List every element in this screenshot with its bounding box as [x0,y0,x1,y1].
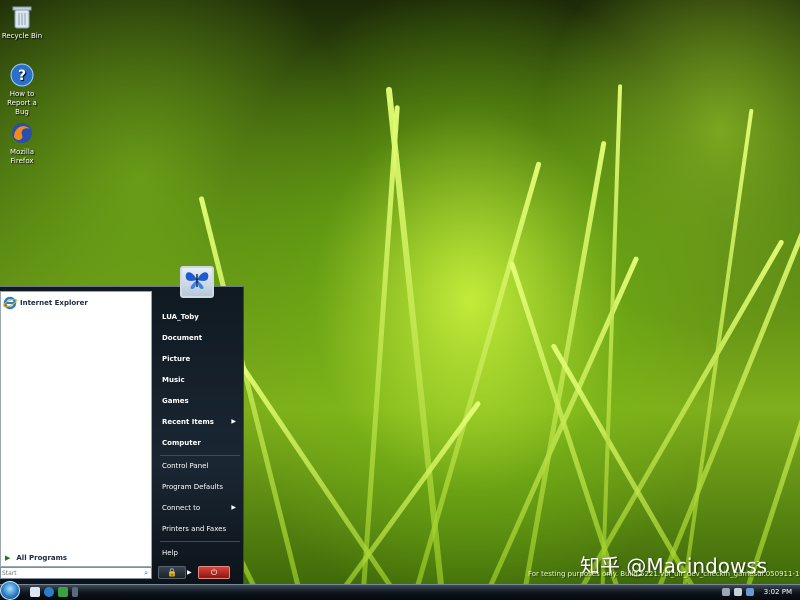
start-item-user[interactable]: LUA_Toby [162,311,240,323]
start-search-box[interactable]: ⌕ [0,567,152,579]
desktop-icon-label: How to Report a Bug [7,90,37,116]
show-desktop-icon[interactable] [30,587,40,597]
pinned-internet-explorer[interactable]: Internet Explorer [3,296,88,310]
start-item-label: Games [162,397,189,405]
build-watermark: For testing purposes only. Build 5221.vb… [528,570,800,578]
start-item-label: Help [162,549,178,557]
recycle-bin-icon [9,4,35,30]
user-picture[interactable] [180,266,214,298]
start-menu: Internet Explorer ▶ All Programs ⌕ LUA_T… [0,286,244,584]
shutdown-options-arrow[interactable]: ▶ [187,566,197,579]
svg-text:?: ? [18,68,26,84]
desktop-icon-report-bug[interactable]: ? How to Report a Bug [0,62,44,117]
start-item-label: Recent Items [162,418,214,426]
start-item-label: Connect to [162,504,201,512]
start-item-label: LUA_Toby [162,313,199,321]
power-button[interactable]: ⏻ [198,566,230,579]
desktop-icon-label: Mozilla Firefox [9,148,35,165]
start-item-label: Document [162,334,203,342]
start-item-program-defaults[interactable]: Program Defaults [162,481,240,493]
start-item-games[interactable]: Games [162,395,240,407]
start-item-help[interactable]: Help [162,547,240,559]
all-programs-button[interactable]: ▶ All Programs [5,554,67,562]
all-programs-label: All Programs [16,554,68,562]
start-orb-icon[interactable] [0,581,20,600]
start-item-label: Control Panel [162,462,209,470]
lock-button[interactable]: 🔒 [158,566,186,579]
start-item-control-panel[interactable]: Control Panel [162,460,240,472]
start-menu-programs-pane: Internet Explorer ▶ All Programs [0,291,152,567]
lock-icon: 🔒 [167,568,177,577]
menu-separator [160,455,240,456]
help-icon: ? [9,62,35,88]
start-item-recent-items[interactable]: Recent Items ▶ [162,416,240,428]
start-item-connect-to[interactable]: Connect to ▶ [162,502,240,514]
mouse-cursor-icon [124,486,129,496]
desktop-icon-recycle-bin[interactable]: Recycle Bin [0,4,44,41]
search-icon[interactable]: ⌕ [144,568,148,578]
internet-explorer-icon [3,296,17,310]
start-item-music[interactable]: Music [162,374,240,386]
network-icon[interactable] [721,588,730,596]
chevron-right-icon: ▶ [187,569,192,576]
start-search-input[interactable] [2,568,132,578]
start-item-label: Computer [162,439,201,447]
start-item-label: Picture [162,355,191,363]
quick-launch-icon[interactable] [58,587,68,597]
start-item-label: Printers and Faxes [162,525,227,533]
internet-explorer-icon[interactable] [44,587,54,597]
start-menu-places-pane: LUA_Toby Document Picture Music Games Re… [156,287,242,585]
arrow-right-icon: ▶ [5,554,11,562]
quick-launch-expand-icon[interactable] [72,587,78,597]
menu-separator [160,541,240,542]
taskbar [0,584,800,600]
pinned-item-label: Internet Explorer [20,299,88,307]
firefox-icon [9,120,35,146]
system-tray: 3:02 PM [721,584,800,600]
submenu-arrow-icon: ▶ [231,504,236,511]
start-item-printers-faxes[interactable]: Printers and Faxes [162,523,240,535]
start-item-label: Program Defaults [162,483,223,491]
start-item-computer[interactable]: Computer [162,437,240,449]
submenu-arrow-icon: ▶ [231,418,236,425]
start-item-document[interactable]: Document [162,332,240,344]
taskbar-clock[interactable]: 3:02 PM [764,588,792,596]
power-icon: ⏻ [210,568,218,577]
desktop-icon-firefox[interactable]: Mozilla Firefox [0,120,44,166]
butterfly-icon [184,269,210,295]
volume-icon[interactable] [733,588,742,596]
desktop-icon-label: Recycle Bin [1,32,43,40]
start-item-label: Music [162,376,185,384]
tray-app-icon[interactable] [745,588,754,596]
start-item-picture[interactable]: Picture [162,353,240,365]
